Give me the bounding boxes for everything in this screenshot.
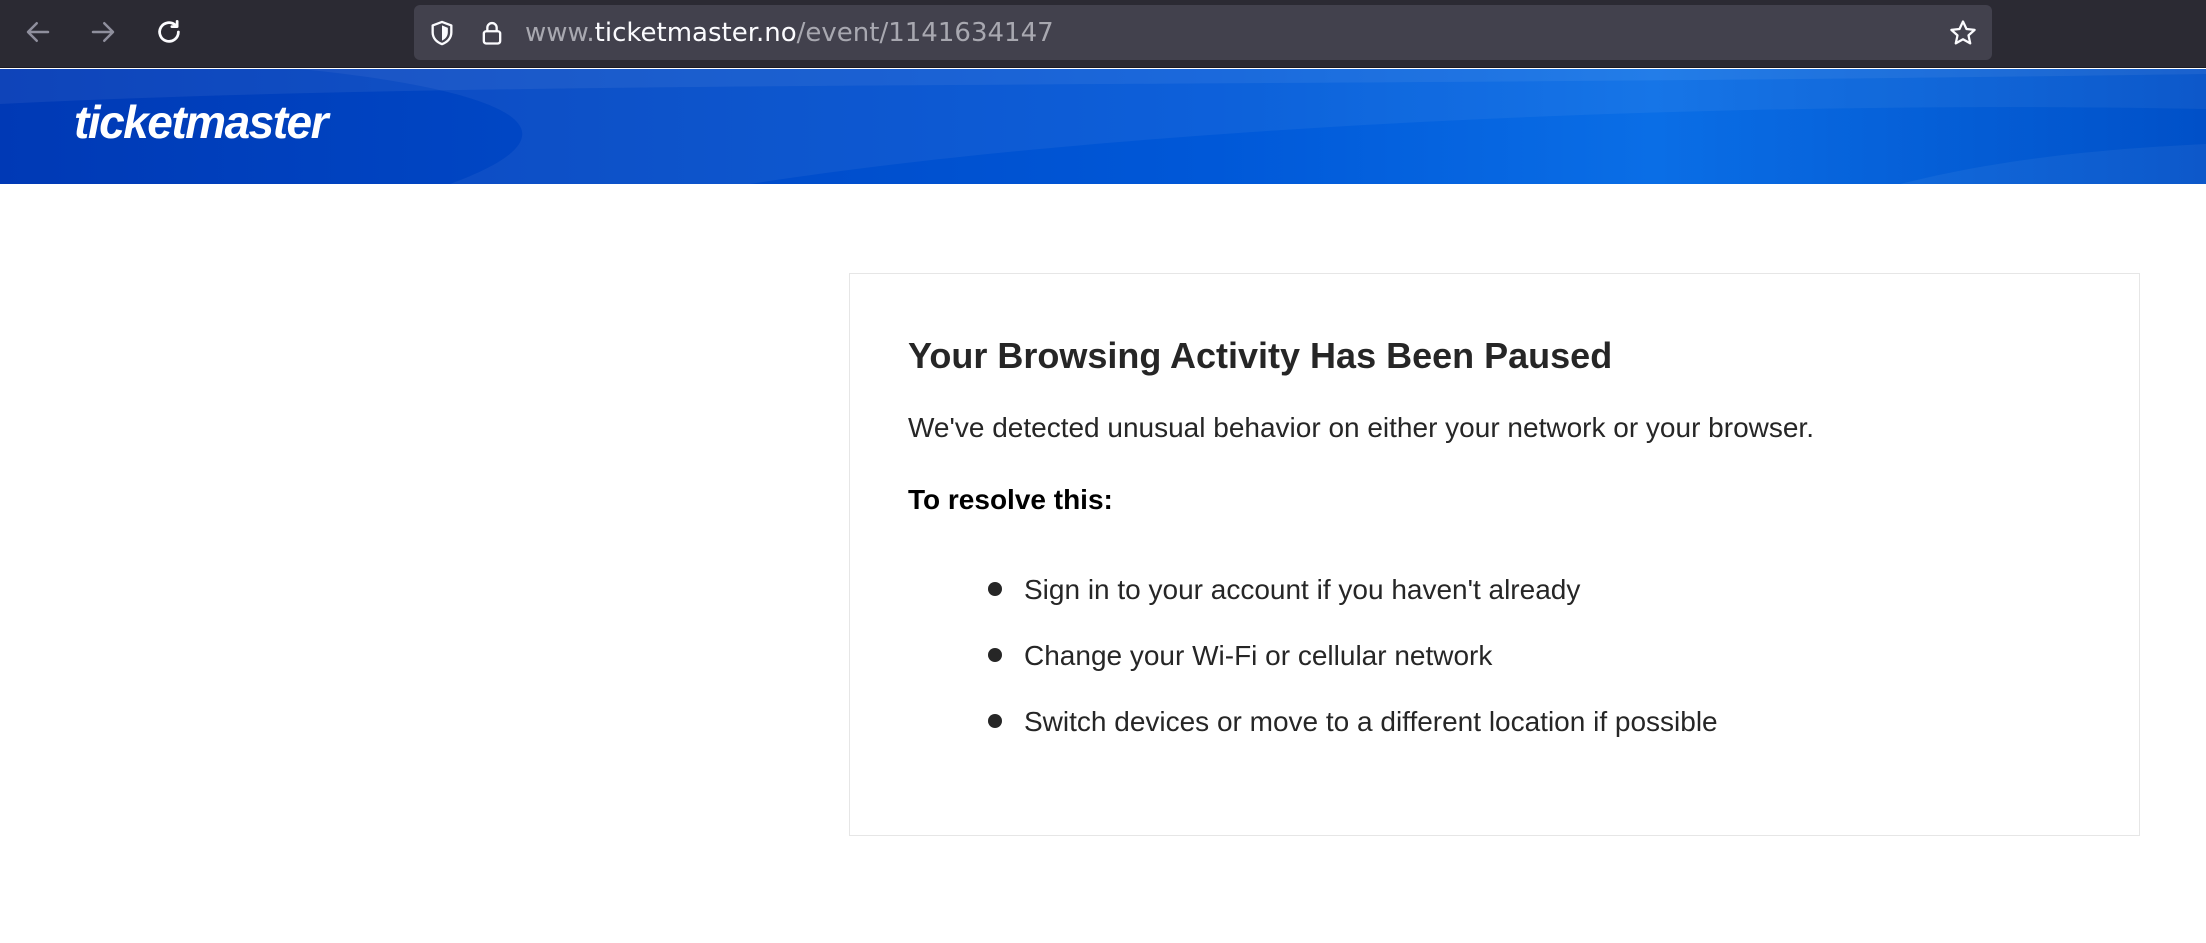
step-text: Change your Wi-Fi or cellular network: [1024, 640, 1493, 671]
list-item: Change your Wi-Fi or cellular network: [988, 639, 1718, 705]
step-text: Switch devices or move to a different lo…: [1024, 706, 1718, 737]
url-prefix: www.: [525, 18, 595, 48]
bullet-icon: [988, 582, 1002, 596]
url-domain: ticketmaster.no: [594, 18, 797, 48]
url-bar[interactable]: www.ticketmaster.no/event/1141634147: [414, 5, 1992, 60]
browser-toolbar: www.ticketmaster.no/event/1141634147: [0, 0, 2206, 68]
resolve-steps-list: Sign in to your account if you haven't a…: [988, 573, 1718, 771]
back-button[interactable]: [16, 12, 60, 56]
bullet-icon: [988, 714, 1002, 728]
star-icon[interactable]: [1948, 18, 1978, 48]
url-path: /event/1141634147: [796, 18, 1054, 48]
site-header: ticketmaster: [0, 69, 2206, 184]
bullet-icon: [988, 648, 1002, 662]
list-item: Sign in to your account if you haven't a…: [988, 573, 1718, 639]
step-text: Sign in to your account if you haven't a…: [1024, 574, 1581, 605]
description-text: We've detected unusual behavior on eithe…: [908, 412, 1814, 443]
arrow-left-icon: [23, 17, 53, 52]
forward-button[interactable]: [81, 12, 125, 56]
page-title: Your Browsing Activity Has Been Paused: [908, 335, 1613, 376]
paused-message-card: Your Browsing Activity Has Been Paused W…: [849, 273, 2140, 836]
header-background: [0, 69, 2206, 184]
list-item: Switch devices or move to a different lo…: [988, 705, 1718, 771]
url-text[interactable]: www.ticketmaster.no/event/1141634147: [525, 18, 1054, 48]
resolve-heading: To resolve this:: [908, 484, 1113, 515]
ticketmaster-logo[interactable]: ticketmaster: [74, 96, 329, 148]
lock-icon[interactable]: [478, 19, 506, 47]
shield-icon[interactable]: [428, 19, 456, 47]
reload-button[interactable]: [147, 12, 191, 56]
reload-icon: [154, 17, 184, 52]
arrow-right-icon: [88, 17, 118, 52]
